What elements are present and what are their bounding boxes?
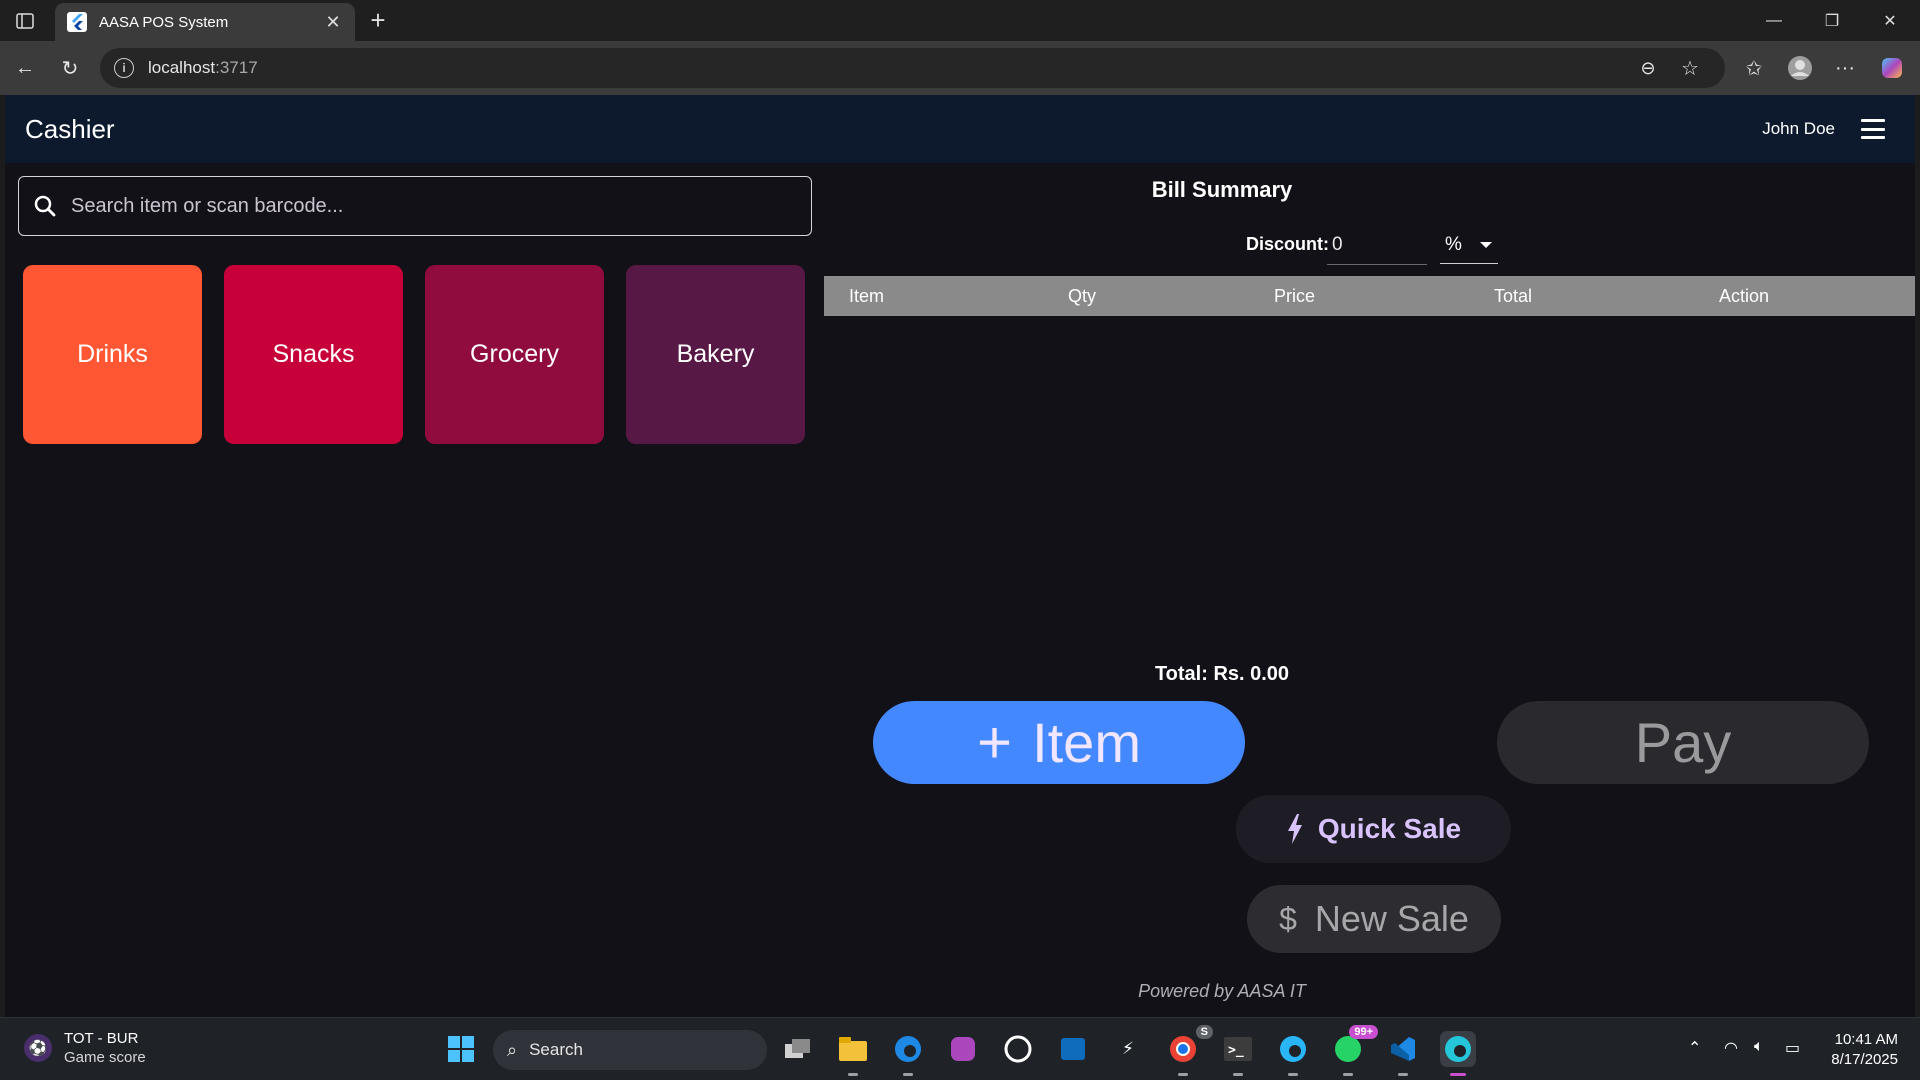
whatsapp-icon[interactable]: 99+ — [1330, 1025, 1378, 1076]
system-clock[interactable]: 10:41 AM 8/17/2025 — [1831, 1030, 1898, 1070]
copilot-app-icon[interactable] — [945, 1031, 981, 1067]
copilot-icon[interactable] — [1874, 50, 1910, 86]
user-name[interactable]: John Doe — [1762, 119, 1835, 139]
tool-app-icon[interactable] — [1000, 1031, 1036, 1067]
news-widget[interactable]: ⚽ TOT - BUR Game score — [24, 1030, 146, 1066]
tab-actions-icon[interactable] — [0, 0, 50, 41]
quick-sale-button[interactable]: Quick Sale — [1236, 795, 1511, 863]
bolt-icon — [1287, 814, 1302, 844]
reading-mode-icon[interactable]: ⊖ — [1630, 50, 1666, 86]
search-field[interactable] — [18, 176, 812, 236]
search-icon: ⌕ — [507, 1039, 518, 1060]
discount-label: Discount: — [1246, 234, 1329, 254]
browser-tab-bar: AASA POS System ✕ + — ❐ ✕ — [0, 0, 1920, 41]
app-bar: Cashier John Doe — [5, 95, 1915, 163]
new-sale-button[interactable]: $ New Sale — [1247, 885, 1501, 953]
lightning-app-icon[interactable]: ⚡ — [1110, 1031, 1146, 1067]
edge-beta-icon[interactable] — [1275, 1031, 1311, 1076]
browser-toolbar: ← ↻ i localhost:3717 ⊖ ☆ ✩ ··· — [0, 41, 1920, 95]
restore-icon[interactable]: ❐ — [1803, 0, 1861, 41]
discount-input[interactable] — [1327, 225, 1427, 265]
bill-table-header: Item Qty Price Total Action — [824, 276, 1915, 316]
tab-close-icon[interactable]: ✕ — [323, 12, 343, 33]
new-tab-icon[interactable]: + — [363, 6, 393, 36]
edge-dev-icon[interactable] — [1440, 1031, 1476, 1076]
minimize-icon[interactable]: — — [1745, 0, 1803, 41]
site-info-icon[interactable]: i — [114, 58, 134, 78]
flutter-favicon-icon — [67, 12, 87, 32]
category-snacks[interactable]: Snacks — [224, 265, 403, 444]
column-header-qty: Qty — [1068, 285, 1097, 306]
powered-by-footer: Powered by AASA IT — [1138, 981, 1306, 1001]
edge-icon[interactable] — [890, 1031, 926, 1076]
hamburger-menu-icon[interactable] — [1861, 119, 1885, 139]
pay-button[interactable]: Pay — [1497, 701, 1869, 784]
column-header-total: Total — [1494, 285, 1533, 306]
file-explorer-icon[interactable] — [835, 1031, 871, 1076]
more-options-icon[interactable]: ··· — [1827, 50, 1863, 86]
bill-total: Total: Rs. 0.00 — [1154, 663, 1290, 685]
search-icon — [34, 195, 56, 217]
windows-start-icon[interactable] — [443, 1031, 479, 1067]
os-taskbar: ⚽ TOT - BUR Game score ⌕ Search ⚡ S >_ 9… — [0, 1017, 1920, 1080]
show-hidden-icons-icon[interactable]: ⌃ — [1688, 1038, 1701, 1058]
category-drinks[interactable]: Drinks — [23, 265, 202, 444]
page-title: Cashier — [25, 113, 115, 144]
column-header-price: Price — [1274, 285, 1316, 306]
back-arrow-icon[interactable]: ← — [7, 50, 43, 86]
column-header-action: Action — [1719, 285, 1770, 306]
chrome-icon[interactable]: S — [1165, 1025, 1213, 1076]
plus-icon: + — [977, 709, 1013, 776]
favorite-star-icon[interactable]: ☆ — [1672, 50, 1708, 86]
close-window-icon[interactable]: ✕ — [1861, 0, 1919, 41]
discount-type-select[interactable]: % — [1440, 226, 1498, 264]
address-bar[interactable]: i localhost:3717 ⊖ ☆ — [100, 48, 1725, 88]
terminal-icon[interactable]: >_ — [1220, 1031, 1256, 1076]
pos-app: Cashier John Doe Drinks Snacks Grocery B… — [5, 95, 1915, 1017]
bill-summary-title: Bill Summary — [1151, 177, 1293, 202]
add-item-button[interactable]: + Item — [873, 701, 1245, 784]
tab-title: AASA POS System — [99, 13, 229, 31]
search-input[interactable] — [71, 194, 771, 218]
vscode-icon[interactable] — [1385, 1031, 1421, 1076]
profile-avatar-icon[interactable] — [1782, 50, 1818, 86]
dropdown-caret-icon — [1480, 241, 1492, 248]
browser-tab[interactable]: AASA POS System ✕ — [55, 3, 355, 41]
task-view-icon[interactable] — [780, 1031, 816, 1067]
volume-icon[interactable]: 🔈︎ — [1754, 1038, 1764, 1056]
battery-icon[interactable]: ▭ — [1785, 1038, 1800, 1058]
column-header-item: Item — [849, 285, 885, 306]
category-grocery[interactable]: Grocery — [425, 265, 604, 444]
dollar-icon: $ — [1279, 900, 1297, 937]
url-text: localhost:3717 — [148, 58, 258, 77]
taskbar-search[interactable]: ⌕ Search — [493, 1030, 767, 1070]
outlook-icon[interactable] — [1055, 1031, 1091, 1067]
wifi-icon[interactable]: ◠ — [1724, 1038, 1738, 1058]
svg-text:>_: >_ — [1228, 1043, 1244, 1058]
premier-league-icon: ⚽ — [24, 1034, 52, 1062]
favorites-icon[interactable]: ✩ — [1736, 50, 1772, 86]
category-bakery[interactable]: Bakery — [626, 265, 805, 444]
reload-icon[interactable]: ↻ — [52, 50, 88, 86]
